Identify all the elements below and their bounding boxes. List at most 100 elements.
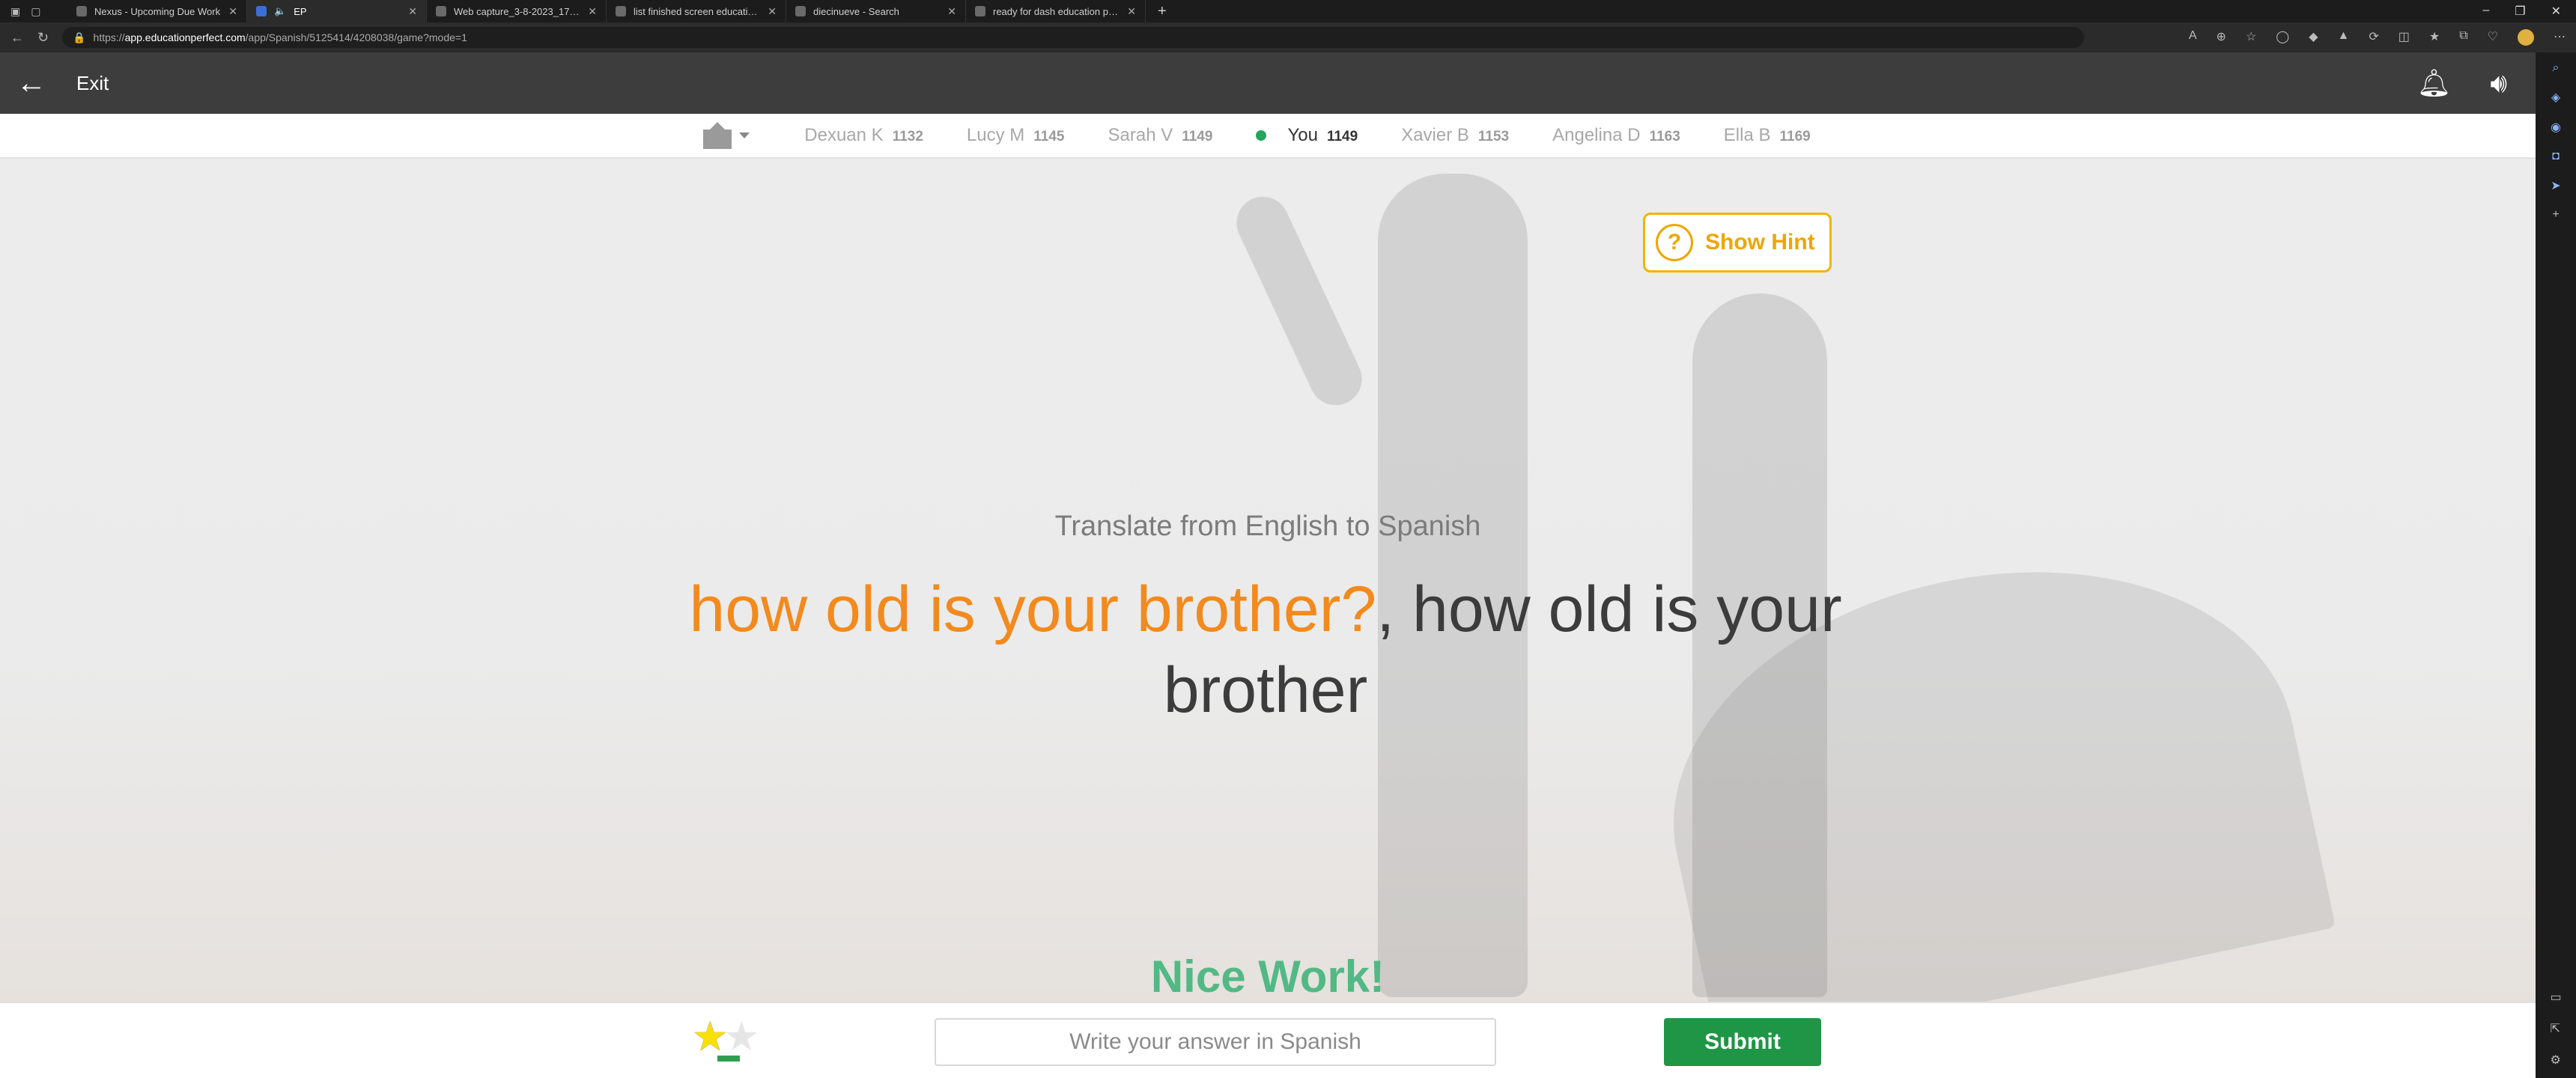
tab-label: Web capture_3-8-2023_174346_... <box>454 5 580 17</box>
submit-button[interactable]: Submit <box>1664 1018 1821 1066</box>
player-name: Dexuan K <box>804 125 884 145</box>
tab-favicon-icon <box>76 6 87 16</box>
more-menu-icon[interactable]: ⋯ <box>2554 29 2566 46</box>
search-icon[interactable]: ⌕ <box>2553 61 2560 75</box>
leaderboard-entry: Xavier B 1153 <box>1401 125 1509 146</box>
outlook-icon[interactable]: ◘ <box>2552 150 2560 163</box>
school-selector[interactable] <box>703 122 750 149</box>
browser-tab-web-capture[interactable]: Web capture_3-8-2023_174346_... ✕ <box>427 0 607 22</box>
feedback-message: Nice Work! <box>1150 951 1385 1002</box>
tools-icon[interactable]: ◉ <box>2551 120 2561 135</box>
question-highlight: how old is your brother? <box>689 573 1377 645</box>
bell-icon[interactable]: 🔔︎ <box>2417 67 2452 99</box>
player-score: 1149 <box>1182 129 1213 144</box>
workspaces-icon[interactable]: ▣ <box>10 5 20 18</box>
leaderboard-entry: Angelina D 1163 <box>1552 125 1680 146</box>
tab-close-icon[interactable]: ✕ <box>588 5 597 18</box>
send-icon[interactable]: ➤ <box>2551 178 2560 193</box>
tab-favicon-icon <box>616 6 626 16</box>
tab-favicon-icon <box>975 6 985 16</box>
window-system-icons: ▣ ▢ <box>0 5 67 18</box>
shopping-icon[interactable]: ◈ <box>2551 90 2560 105</box>
app-header: ← Exit 🔔︎ 🔊︎ <box>0 52 2536 114</box>
read-aloud-icon[interactable]: A <box>2189 29 2197 46</box>
tab-label: list finished screen education pe... <box>634 5 760 17</box>
leaderboard-entry: Sarah V 1149 <box>1108 125 1213 146</box>
speaker-icon[interactable]: 🔊︎ <box>2490 67 2507 100</box>
question-stage: ? Show Hint Translate from English to Sp… <box>0 159 2536 1002</box>
current-user-dot-icon <box>1256 130 1267 141</box>
settings-gear-icon[interactable]: ⚙ <box>2550 1053 2561 1068</box>
favorite-star-icon[interactable]: ☆ <box>2246 29 2256 46</box>
leaderboard-entry-you: You 1149 <box>1256 125 1358 146</box>
empty-star-icon: ★ <box>723 1014 760 1059</box>
extension-icon[interactable]: ◯ <box>2276 29 2289 46</box>
player-name: Xavier B <box>1401 125 1469 145</box>
player-name: Lucy M <box>966 125 1025 145</box>
tab-audio-icon[interactable]: 🔈 <box>274 5 286 17</box>
url-path: /app/Spanish/5125414/4208038/game?mode=1 <box>245 31 467 43</box>
lock-icon: 🔒 <box>73 31 86 43</box>
tab-close-icon[interactable]: ✕ <box>228 5 237 18</box>
browser-back-icon[interactable]: ← <box>10 30 24 46</box>
collections-icon[interactable]: ⧉ <box>2459 29 2467 46</box>
browser-tab-list-finished[interactable]: list finished screen education pe... ✕ <box>607 0 786 22</box>
zoom-icon[interactable]: ⊕ <box>2217 29 2226 46</box>
tab-favicon-icon <box>256 6 267 16</box>
exit-button[interactable]: Exit <box>76 72 109 95</box>
tab-favicon-icon <box>795 6 806 16</box>
star-progress-bar <box>717 1056 740 1062</box>
question-text: how old is your brother?, how old is you… <box>674 569 1857 731</box>
show-hint-button[interactable]: ? Show Hint <box>1643 213 1832 272</box>
player-score: 1169 <box>1779 129 1811 144</box>
close-window-icon[interactable]: ✕ <box>2551 4 2561 19</box>
favorites-icon[interactable]: ★ <box>2429 29 2440 46</box>
browser-essentials-icon[interactable]: ♡ <box>2488 29 2498 46</box>
minimize-icon[interactable]: – <box>2482 4 2489 19</box>
show-hint-label: Show Hint <box>1705 230 1815 255</box>
add-sidebar-icon[interactable]: + <box>2552 208 2559 222</box>
player-name: You <box>1287 125 1318 145</box>
back-arrow-icon[interactable]: ← <box>16 68 46 98</box>
education-perfect-app: ← Exit 🔔︎ 🔊︎ Dexuan K 1132 Lucy M 1145 S… <box>0 52 2536 1078</box>
browser-tab-nexus[interactable]: Nexus - Upcoming Due Work ✕ <box>67 0 247 22</box>
browser-tab-bar: ▣ ▢ Nexus - Upcoming Due Work ✕ 🔈 EP ✕ W… <box>0 0 2576 22</box>
tab-close-icon[interactable]: ✕ <box>408 5 417 18</box>
player-score: 1145 <box>1033 129 1065 144</box>
tab-close-icon[interactable]: ✕ <box>768 5 777 18</box>
leaderboard-entry: Dexuan K 1132 <box>804 125 923 146</box>
tab-actions-icon[interactable]: ▢ <box>31 5 40 18</box>
player-score: 1132 <box>892 129 923 144</box>
chevron-down-icon <box>739 133 750 138</box>
tab-close-icon[interactable]: ✕ <box>947 5 956 18</box>
sidebar-layout-icon[interactable]: ▭ <box>2550 990 2561 1005</box>
refresh-extension-icon[interactable]: ⟳ <box>2369 29 2378 46</box>
browser-tab-diecinueve[interactable]: diecinueve - Search ✕ <box>786 0 966 22</box>
tab-close-icon[interactable]: ✕ <box>1127 5 1136 18</box>
refresh-icon[interactable]: ↻ <box>37 30 49 46</box>
split-screen-icon[interactable]: ◫ <box>2399 29 2410 46</box>
maximize-icon[interactable]: ❐ <box>2515 4 2525 19</box>
browser-sidebar: ⌕ ◈ ◉ ◘ ➤ + ▭ ⇱ ⚙ <box>2536 52 2576 1078</box>
school-icon <box>703 122 732 149</box>
star-rating: ★ ★ <box>692 1017 767 1062</box>
new-tab-icon[interactable]: + <box>1146 3 1179 20</box>
tab-label: ready for dash education perfect... <box>993 5 1120 17</box>
player-score: 1153 <box>1477 129 1510 144</box>
answer-bar: ★ ★ Submit <box>0 1002 2536 1078</box>
leaderboard: Dexuan K 1132 Lucy M 1145 Sarah V 1149 Y… <box>0 114 2536 159</box>
browser-tab-ready-for-dash[interactable]: ready for dash education perfect... ✕ <box>966 0 1146 22</box>
player-score: 1149 <box>1326 129 1358 144</box>
question-mark-icon: ? <box>1656 224 1693 261</box>
url-prefix: https:// <box>93 31 125 43</box>
profile-avatar[interactable] <box>2518 29 2534 46</box>
background-silhouette <box>1227 188 1371 414</box>
extension-icon[interactable]: ▲ <box>2338 29 2350 46</box>
browser-tab-ep[interactable]: 🔈 EP ✕ <box>247 0 427 22</box>
url-field[interactable]: 🔒 https://app.educationperfect.com/app/S… <box>62 27 2085 48</box>
open-external-icon[interactable]: ⇱ <box>2550 1021 2561 1036</box>
extension-icon[interactable]: ◆ <box>2309 29 2318 46</box>
answer-input[interactable] <box>935 1018 1496 1066</box>
address-bar-row: ← ↻ 🔒 https://app.educationperfect.com/a… <box>0 22 2576 52</box>
toolbar-icons: A ⊕ ☆ ◯ ◆ ▲ ⟳ ◫ ★ ⧉ ♡ ⋯ <box>2189 29 2566 46</box>
